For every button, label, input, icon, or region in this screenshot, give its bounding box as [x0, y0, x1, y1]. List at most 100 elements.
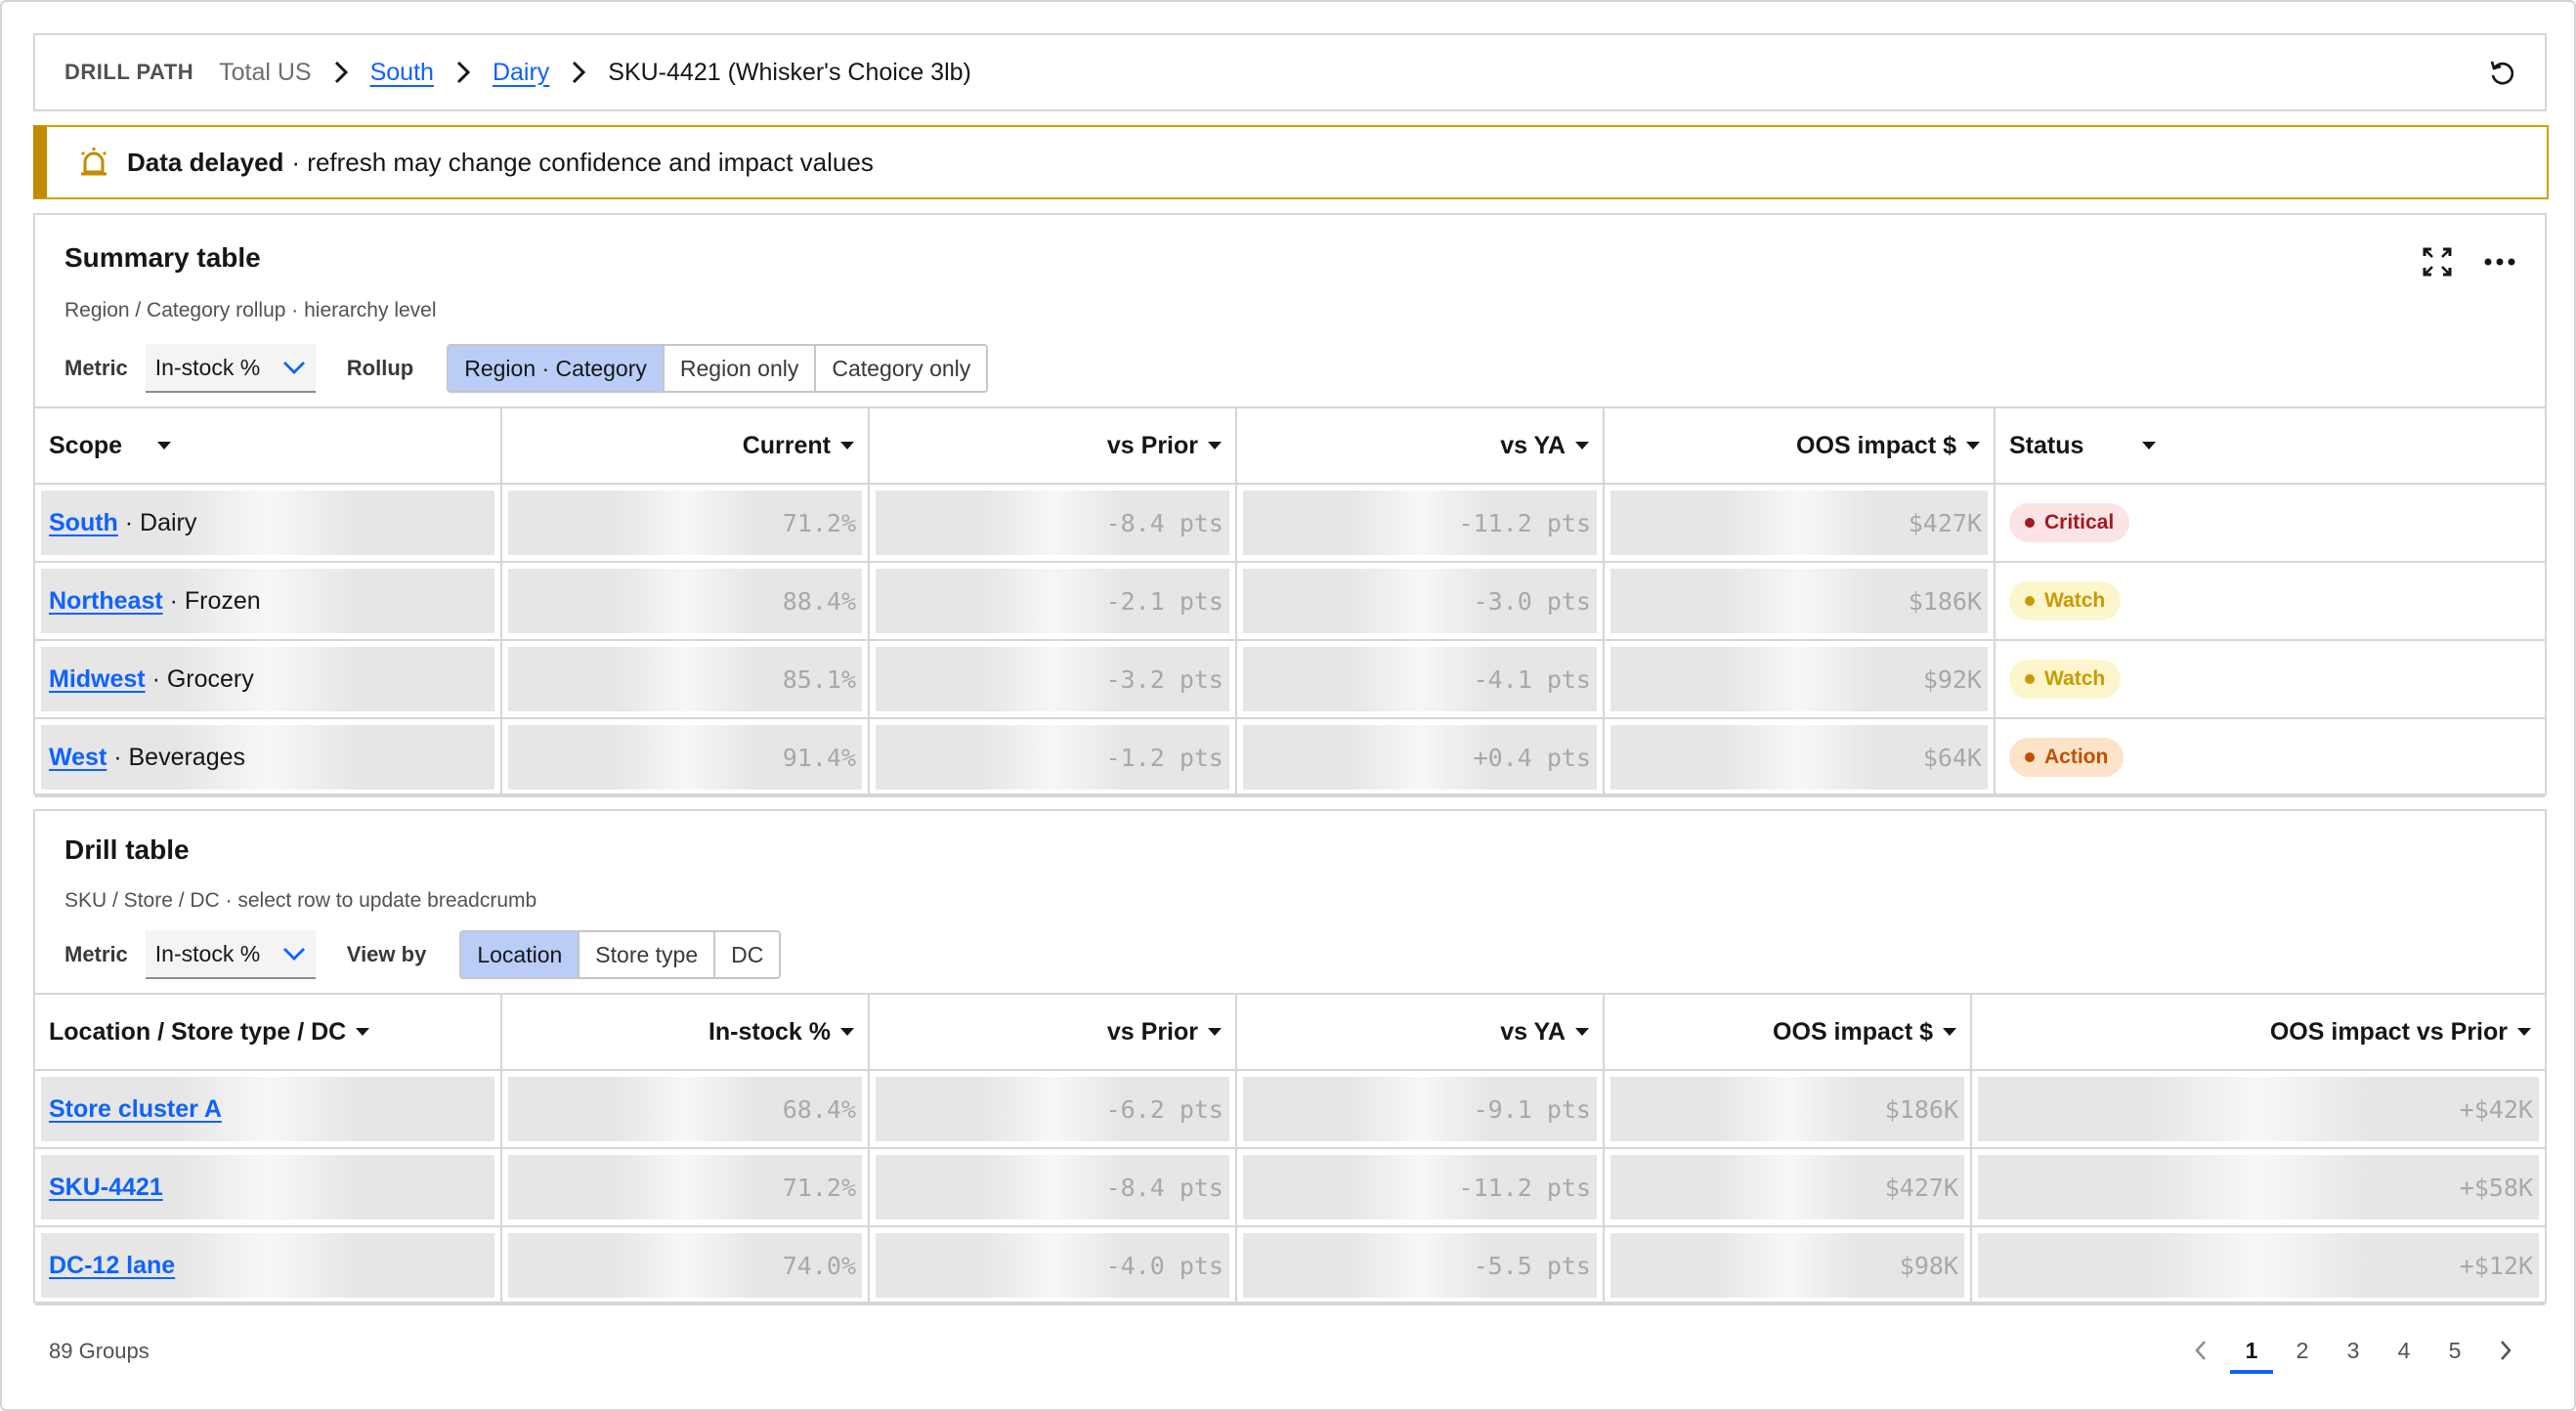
column-header-current[interactable]: Current	[502, 408, 870, 483]
alarm-bell-icon	[76, 145, 111, 180]
vs-ya-cell: -4.1 pts	[1237, 641, 1605, 717]
column-header-scope[interactable]: Scope	[35, 408, 502, 483]
vs-prior-cell-value: -1.2 pts	[1105, 743, 1224, 772]
metric-select[interactable]: In-stock %	[145, 344, 316, 393]
oos-impact-cell-value: $427K	[1884, 1173, 1958, 1202]
scope-text: South · Dairy	[35, 509, 210, 537]
status-dot-icon	[2025, 518, 2035, 528]
next-page-button[interactable]	[2480, 1331, 2531, 1370]
table-row[interactable]: Store cluster A 68.4% -6.2 pts -9.1 pts $186…	[35, 1071, 2545, 1149]
vs-ya-cell: -5.5 pts	[1237, 1227, 1605, 1304]
sort-caret-icon	[356, 1028, 370, 1036]
oos-impact-vs-prior-cell-value: +$58K	[2459, 1173, 2533, 1202]
column-header-status[interactable]: Status	[1996, 408, 2545, 483]
view-by-option-dc[interactable]: DC	[713, 932, 780, 977]
table-row[interactable]: Midwest · Grocery 85.1% -3.2 pts -4.1 pts $9…	[35, 641, 2545, 719]
column-header-location[interactable]: Location / Store type / DC	[35, 995, 502, 1069]
oos-impact-cell: $92K	[1605, 641, 1996, 717]
table-row[interactable]: SKU-4421 71.2% -8.4 pts -11.2 pts $427K +$58K	[35, 1149, 2545, 1227]
oos-impact-vs-prior-cell: +$42K	[1972, 1071, 2545, 1147]
summary-subtitle: Region / Category rollup · hierarchy lev…	[64, 299, 437, 321]
summary-panel: Summary table Region / Category rollup ·…	[33, 213, 2547, 797]
rollup-option-region-category[interactable]: Region · Category	[449, 346, 663, 391]
drill-metric-select-value: In-stock %	[154, 940, 261, 966]
vs-prior-cell: -8.4 pts	[870, 1149, 1237, 1225]
metric-select-value: In-stock %	[154, 354, 261, 380]
status-badge: Action	[2009, 738, 2125, 777]
table-row[interactable]: South · Dairy 71.2% -8.4 pts -11.2 pts $427K…	[35, 485, 2545, 563]
current-cell: 85.1%	[502, 641, 870, 717]
vs-ya-cell: -11.2 pts	[1237, 485, 1605, 561]
oos-impact-vs-prior-cell-value: +$12K	[2459, 1251, 2533, 1280]
vs-ya-cell: -11.2 pts	[1237, 1149, 1605, 1225]
location-link[interactable]: SKU-4421	[49, 1174, 163, 1201]
vs-ya-cell: +0.4 pts	[1237, 719, 1605, 795]
metric-label: Metric	[64, 356, 128, 380]
oos-impact-cell-value: $427K	[1908, 508, 1982, 537]
app-frame: DRILL PATH Total US South Dairy SKU-4421…	[0, 0, 2576, 1411]
location-link[interactable]: DC-12 lane	[49, 1252, 175, 1279]
table-row[interactable]: Northeast · Frozen 88.4% -2.1 pts -3.0 pts $…	[35, 563, 2545, 641]
scope-text: Northeast · Frozen	[35, 587, 275, 616]
view-by-label: View by	[346, 942, 427, 966]
table-row[interactable]: West · Beverages 91.4% -1.2 pts +0.4 pts $64…	[35, 719, 2545, 797]
drill-metric-select[interactable]: In-stock %	[145, 930, 316, 979]
scope-separator: ·	[162, 586, 185, 615]
data-delayed-alert: Data delayed · refresh may change confid…	[33, 125, 2549, 199]
vs-prior-cell-value: -8.4 pts	[1105, 1173, 1224, 1202]
breadcrumb: DRILL PATH Total US South Dairy SKU-4421…	[33, 33, 2547, 111]
current-cell: 71.2%	[502, 485, 870, 561]
drill-table: Location / Store type / DC In-stock % vs…	[35, 993, 2545, 1305]
column-header-oos-impact[interactable]: OOS impact $	[1605, 995, 1972, 1069]
oos-impact-cell: $186K	[1605, 1071, 1972, 1147]
scope-cell: Midwest · Grocery	[35, 641, 502, 717]
table-row[interactable]: DC-12 lane 74.0% -4.0 pts -5.5 pts $98K +$12K	[35, 1227, 2545, 1305]
scope-separator: ·	[107, 743, 129, 771]
scope-separator: ·	[145, 664, 167, 693]
vs-prior-cell: -8.4 pts	[870, 485, 1237, 561]
status-cell: Watch	[1996, 641, 2545, 717]
oos-impact-cell-value: $186K	[1884, 1094, 1958, 1124]
rollup-option-region-only[interactable]: Region only	[662, 346, 815, 391]
refresh-icon[interactable]	[2486, 57, 2519, 90]
vs-ya-cell: -3.0 pts	[1237, 563, 1605, 639]
page-4[interactable]: 4	[2379, 1331, 2429, 1370]
location-link[interactable]: Store cluster A	[49, 1095, 222, 1123]
region-link[interactable]: Northeast	[49, 587, 163, 615]
location-text: SKU-4421	[35, 1174, 177, 1202]
oos-impact-cell: $186K	[1605, 563, 1996, 639]
page-1[interactable]: 1	[2226, 1331, 2277, 1374]
column-header-vs-prior[interactable]: vs Prior	[870, 995, 1237, 1069]
vs-prior-cell: -1.2 pts	[870, 719, 1237, 795]
column-header-vs-ya[interactable]: vs YA	[1237, 995, 1605, 1069]
rollup-option-category-only[interactable]: Category only	[814, 346, 987, 391]
overflow-menu-icon[interactable]	[2480, 242, 2519, 281]
sort-caret-icon	[1943, 1028, 1956, 1036]
chevron-right-icon	[323, 58, 359, 87]
scope-cell: South · Dairy	[35, 485, 502, 561]
current-cell: 91.4%	[502, 719, 870, 795]
column-header-vs-ya[interactable]: vs YA	[1237, 408, 1605, 483]
region-link[interactable]: South	[49, 509, 118, 536]
summary-title: Summary table	[64, 242, 261, 273]
page-5[interactable]: 5	[2429, 1331, 2480, 1370]
region-link[interactable]: West	[49, 744, 107, 771]
maximize-icon[interactable]	[2418, 242, 2457, 281]
column-header-oos-impact-vs-prior[interactable]: OOS impact vs Prior	[1972, 995, 2545, 1069]
breadcrumb-item-dairy[interactable]: Dairy	[493, 59, 549, 87]
breadcrumb-item-total-us: Total US	[219, 58, 312, 86]
view-by-option-store-type[interactable]: Store type	[578, 932, 714, 977]
category-name: Dairy	[140, 508, 197, 536]
view-by-option-location[interactable]: Location	[461, 932, 579, 977]
drill-title: Drill table	[64, 834, 190, 865]
page-2[interactable]: 2	[2277, 1331, 2328, 1370]
page-3[interactable]: 3	[2328, 1331, 2379, 1370]
column-header-vs-prior[interactable]: vs Prior	[870, 408, 1237, 483]
previous-page-button[interactable]	[2175, 1331, 2226, 1370]
rollup-segmented-control: Region · Category Region only Category o…	[447, 344, 989, 393]
breadcrumb-item-south[interactable]: South	[370, 59, 434, 87]
column-header-in-stock[interactable]: In-stock %	[502, 995, 870, 1069]
region-link[interactable]: Midwest	[49, 665, 146, 693]
column-header-oos-impact[interactable]: OOS impact $	[1605, 408, 1996, 483]
status-dot-icon	[2025, 596, 2035, 606]
